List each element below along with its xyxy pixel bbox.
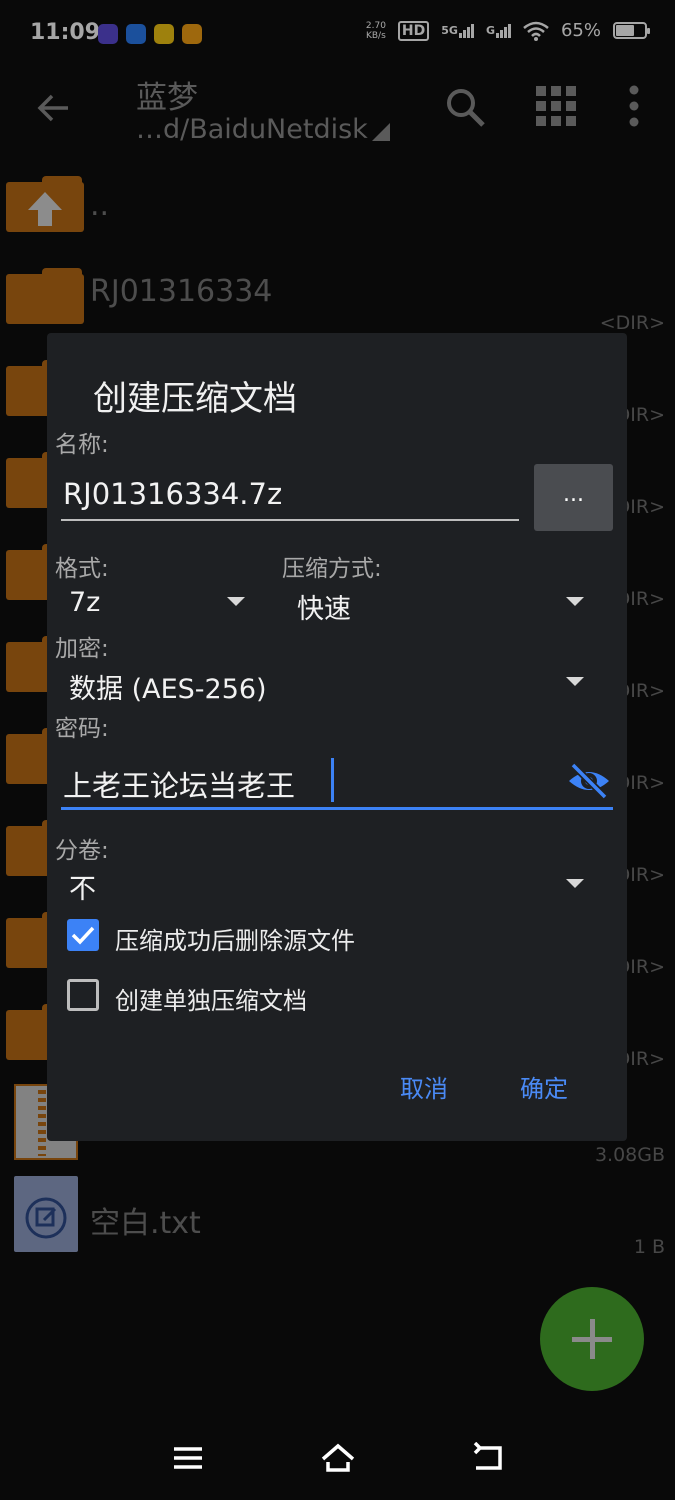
name-underline (61, 519, 519, 521)
menu-icon[interactable] (170, 1442, 206, 1474)
back-nav-icon[interactable] (470, 1442, 506, 1474)
compression-method-select[interactable]: 快速 (297, 587, 351, 626)
separate-archive-label[interactable]: 创建单独压缩文档 (115, 981, 307, 1016)
archive-name-input[interactable]: RJ01316334.7z (63, 477, 282, 511)
method-dropdown-icon[interactable] (566, 597, 584, 606)
dialog-title: 创建压缩文档 (93, 379, 297, 419)
split-volume-label: 分卷: (55, 838, 109, 864)
add-fab-button[interactable] (540, 1287, 644, 1391)
encryption-dropdown-icon[interactable] (566, 677, 584, 686)
encryption-label: 加密: (55, 636, 109, 662)
compression-method-label: 压缩方式: (282, 556, 382, 582)
text-caret (331, 758, 334, 802)
password-input[interactable]: 上老王论坛当老王 (63, 763, 295, 805)
separate-archive-checkbox[interactable] (67, 979, 99, 1011)
split-volume-select[interactable]: 不 (69, 867, 96, 906)
format-select[interactable]: 7z (69, 587, 100, 618)
delete-source-checkbox[interactable] (67, 919, 99, 951)
format-label: 格式: (55, 556, 109, 582)
delete-source-label[interactable]: 压缩成功后删除源文件 (115, 921, 355, 956)
encryption-select[interactable]: 数据 (AES-256) (69, 667, 267, 706)
checkmark-icon (71, 926, 95, 945)
system-nav-bar (0, 1420, 675, 1500)
create-archive-dialog: 创建压缩文档 名称: RJ01316334.7z ... 格式: 压缩方式: 7… (47, 333, 627, 1141)
password-label: 密码: (55, 716, 109, 742)
cancel-button[interactable]: 取消 (400, 1069, 448, 1104)
ok-button[interactable]: 确定 (520, 1069, 568, 1104)
show-password-eye-icon[interactable] (567, 761, 611, 801)
split-dropdown-icon[interactable] (566, 879, 584, 888)
browse-button[interactable]: ... (534, 464, 613, 531)
home-icon[interactable] (320, 1442, 356, 1474)
format-dropdown-icon[interactable] (227, 597, 245, 606)
name-label: 名称: (55, 432, 109, 458)
password-underline (61, 807, 613, 810)
